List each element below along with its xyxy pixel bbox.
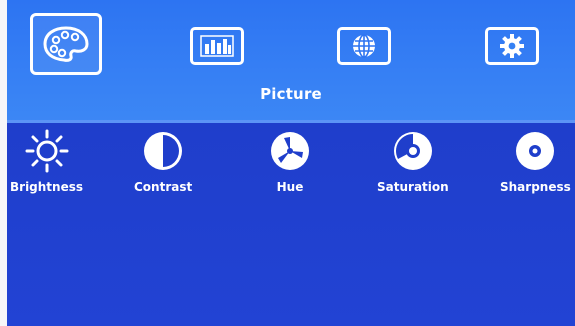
half-circle-icon — [144, 132, 183, 170]
tab-display[interactable] — [190, 27, 244, 65]
contrast-label: Contrast — [134, 180, 193, 194]
osd-screen: Picture Brightness Contrast Hue Saturati… — [7, 0, 575, 326]
tab-settings[interactable] — [485, 27, 539, 65]
hue-option[interactable]: Hue — [267, 128, 313, 194]
hue-wheel-icon — [271, 132, 309, 170]
sharpness-label: Sharpness — [500, 180, 571, 194]
sharpness-icon — [516, 132, 555, 170]
gear-icon — [500, 34, 524, 58]
tab-global[interactable] — [337, 27, 391, 65]
menu-title: Picture — [260, 85, 322, 103]
contrast-option[interactable]: Contrast — [134, 128, 192, 194]
brightness-option[interactable]: Brightness — [10, 128, 83, 194]
menu-tab-bar: Picture — [7, 0, 575, 122]
saturation-option[interactable]: Saturation — [377, 128, 449, 194]
hue-label: Hue — [276, 180, 304, 194]
sun-icon — [25, 129, 68, 173]
display-bars-icon — [200, 35, 234, 57]
brightness-label: Brightness — [10, 180, 84, 194]
saturation-icon — [393, 132, 432, 170]
globe-icon — [353, 34, 375, 58]
tab-picture[interactable] — [30, 13, 102, 75]
saturation-label: Saturation — [377, 180, 449, 194]
palette-icon — [43, 26, 89, 62]
sharpness-option[interactable]: Sharpness — [500, 128, 571, 194]
